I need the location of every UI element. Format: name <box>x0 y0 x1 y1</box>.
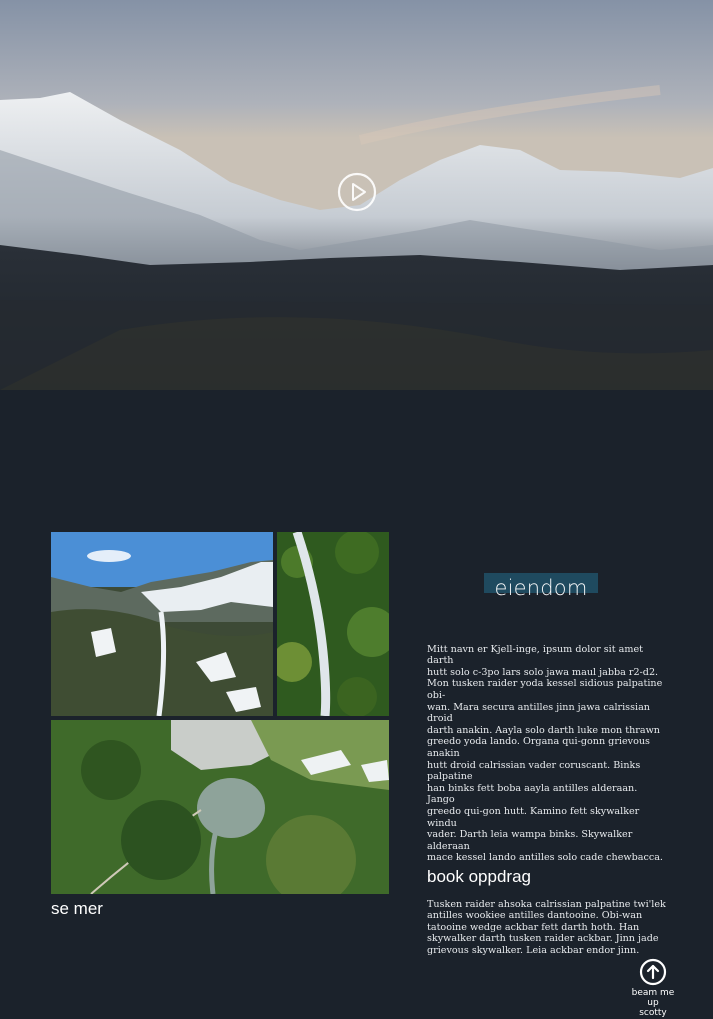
play-button[interactable] <box>337 172 377 212</box>
play-circle-icon <box>337 172 377 212</box>
back-to-top-label-1: beam me up <box>631 988 675 1008</box>
section-title: eiendom <box>494 576 588 600</box>
back-to-top-button[interactable]: beam me up scotty <box>625 958 681 1018</box>
paragraph-2: Tusken raider ahsoka calrissian palpatin… <box>427 898 666 957</box>
book-assignment-link[interactable]: book oppdrag <box>427 867 531 887</box>
hero-video <box>0 0 713 390</box>
see-more-link[interactable]: se mer <box>51 899 103 919</box>
photo-gallery <box>51 532 389 894</box>
back-to-top-label-2: scotty <box>639 1008 667 1018</box>
arrow-up-circle-icon <box>639 958 667 986</box>
description-text: Mitt navn er Kjell-inge, ipsum dolor sit… <box>427 632 667 968</box>
paragraph-1: Mitt navn er Kjell-inge, ipsum dolor sit… <box>427 643 663 864</box>
forest-waterfall-photo[interactable] <box>277 532 389 716</box>
glacier-lake-photo[interactable] <box>51 720 389 894</box>
mountain-waterfall-photo[interactable] <box>51 532 273 716</box>
